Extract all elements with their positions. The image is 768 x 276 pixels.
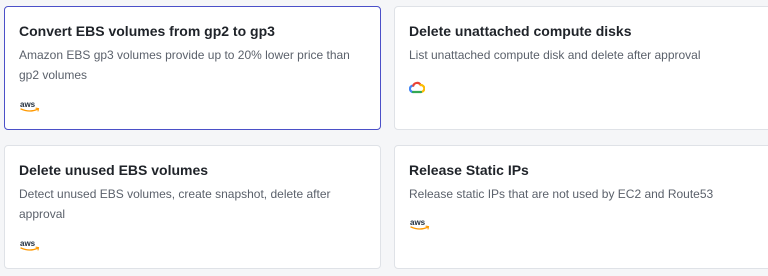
automation-card-grid: Convert EBS volumes from gp2 to gp3 Amaz… xyxy=(0,0,768,276)
svg-text:aws: aws xyxy=(410,218,426,227)
aws-logo-icon: aws xyxy=(19,99,41,118)
svg-text:aws: aws xyxy=(20,239,36,248)
card-title: Convert EBS volumes from gp2 to gp3 xyxy=(19,23,275,39)
card-release-static-ips[interactable]: Release Static IPs Release static IPs th… xyxy=(394,145,768,269)
card-delete-unattached-disks[interactable]: Delete unattached compute disks List una… xyxy=(394,6,768,130)
card-description: Release static IPs that are not used by … xyxy=(409,187,714,201)
card-description: Detect unused EBS volumes, create snapsh… xyxy=(19,187,331,221)
aws-logo-icon: aws xyxy=(409,217,431,236)
card-description: List unattached compute disk and delete … xyxy=(409,48,701,62)
google-cloud-logo-icon xyxy=(408,80,426,99)
card-title: Delete unused EBS volumes xyxy=(19,162,209,178)
aws-logo-icon: aws xyxy=(19,238,41,257)
card-title: Release Static IPs xyxy=(409,162,529,178)
svg-text:aws: aws xyxy=(20,100,36,109)
card-description: Amazon EBS gp3 volumes provide up to 20%… xyxy=(19,48,350,82)
card-title: Delete unattached compute disks xyxy=(409,23,632,39)
card-convert-ebs-gp2-gp3[interactable]: Convert EBS volumes from gp2 to gp3 Amaz… xyxy=(4,6,381,130)
card-delete-unused-ebs[interactable]: Delete unused EBS volumes Detect unused … xyxy=(4,145,381,269)
